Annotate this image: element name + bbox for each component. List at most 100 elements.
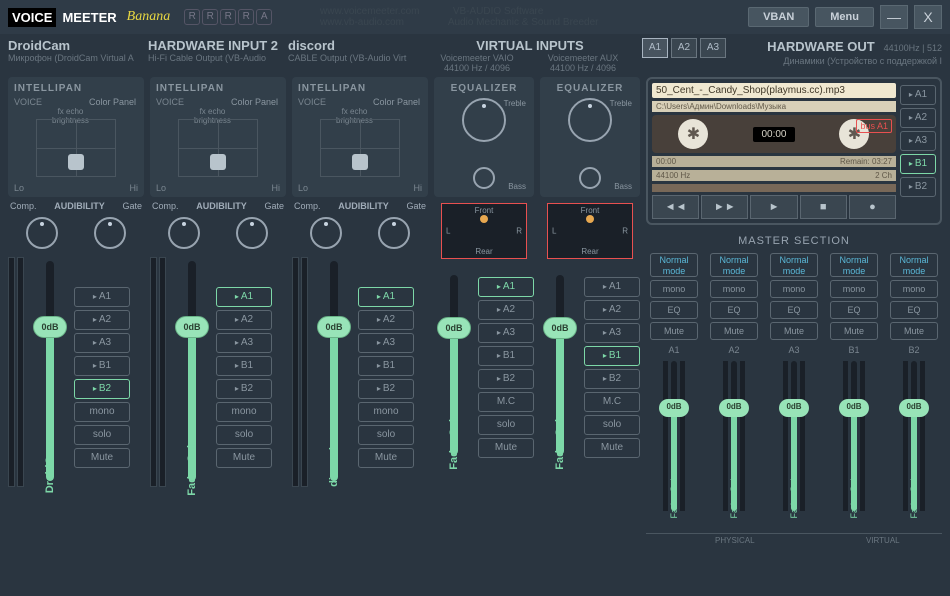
master-fader-a2[interactable]: 0dBFader Gain — [731, 361, 737, 511]
fader-2[interactable]: 0dBFader Gain — [188, 261, 196, 481]
comp-knob[interactable] — [26, 217, 58, 249]
cassette-bus[interactable]: bus A1 — [856, 119, 892, 133]
cassette-time: 00:00 — [753, 127, 794, 142]
route-a3[interactable]: A3 — [74, 333, 130, 353]
hw-out-title: HARDWARE OUT — [767, 39, 875, 54]
spat-handle[interactable] — [586, 215, 594, 223]
master-fader-a3[interactable]: 0dBFader Gain — [791, 361, 797, 511]
close-button[interactable]: X — [914, 5, 942, 29]
record-button[interactable]: ● — [849, 195, 896, 219]
spatializer-2[interactable]: Front Rear L R — [547, 203, 633, 259]
aux-name: Voicemeeter AUX — [534, 53, 632, 63]
cass-route-b1[interactable]: B1 — [900, 154, 936, 174]
eq-main-knob[interactable] — [568, 98, 612, 142]
xy-handle[interactable] — [68, 154, 84, 170]
xy-handle[interactable] — [210, 154, 226, 170]
route-b2[interactable]: B2 — [74, 379, 130, 399]
mono-button[interactable]: mono — [74, 402, 130, 422]
master-fader-b2[interactable]: 0dBFader Gain — [911, 361, 917, 511]
intellipan-3[interactable]: INTELLIPAN VOICE Color Panel fx echobrig… — [292, 77, 428, 197]
gate-knob[interactable] — [378, 217, 410, 249]
fader-v1[interactable]: 0dBFader Gain — [450, 275, 458, 455]
xy-pad[interactable] — [320, 119, 400, 177]
vaio-name: Voicemeeter VAIO — [428, 53, 526, 63]
a1-select[interactable]: A1 — [642, 38, 668, 58]
cass-route-a2[interactable]: A2 — [900, 108, 936, 128]
master-section-title: MASTER SECTION — [646, 235, 942, 247]
virtual-inputs-title: VIRTUAL INPUTS — [428, 38, 632, 53]
master-a3: Normal mode mono EQ Mute A3 0dBFader Gai… — [766, 253, 822, 521]
master-a2: Normal mode mono EQ Mute A2 0dBFader Gai… — [706, 253, 762, 521]
input1-title[interactable]: DroidCam — [8, 38, 144, 53]
voicemeeter-app: VOICE MEETER Banana R R R R A www.voicem… — [0, 0, 950, 596]
mute-button[interactable]: Mute — [74, 448, 130, 468]
header-row: DroidCam Микрофон (DroidCam Virtual A HA… — [0, 34, 950, 77]
menu-button[interactable]: Menu — [815, 7, 874, 27]
input2-title[interactable]: HARDWARE INPUT 2 — [148, 38, 284, 53]
hw-strip-2: INTELLIPAN VOICE Color Panel fx echobrig… — [150, 77, 286, 545]
cassette-body: 00:00 bus A1 — [652, 115, 896, 153]
gate-knob[interactable] — [94, 217, 126, 249]
vban-button[interactable]: VBAN — [748, 7, 809, 27]
fader-3[interactable]: 0dBdiscord — [330, 261, 338, 481]
input2-device: Hi-Fi Cable Output (VB-Audio — [148, 53, 284, 63]
spat-handle[interactable] — [480, 215, 488, 223]
meter — [17, 257, 24, 487]
cassette-filename[interactable]: 50_Cent_-_Candy_Shop(playmus.cc).mp3 — [652, 83, 896, 98]
cassette-player: 50_Cent_-_Candy_Shop(playmus.cc).mp3 C:\… — [646, 77, 942, 225]
minimize-button[interactable]: — — [880, 5, 908, 29]
fast-forward-button[interactable]: ►► — [701, 195, 748, 219]
eq-bass-knob[interactable] — [473, 167, 495, 189]
meter — [8, 257, 15, 487]
r-button[interactable]: R — [184, 9, 200, 25]
intellipan-1[interactable]: INTELLIPAN VOICE Color Panel fx echobrig… — [8, 77, 144, 197]
input3-title[interactable]: discord — [288, 38, 424, 53]
eq-bass-knob[interactable] — [579, 167, 601, 189]
play-button[interactable]: ► — [750, 195, 797, 219]
rewind-button[interactable]: ◄◄ — [652, 195, 699, 219]
r-buttons: R R R R A — [184, 9, 272, 25]
xy-handle[interactable] — [352, 154, 368, 170]
r-button[interactable]: R — [238, 9, 254, 25]
fader-v2[interactable]: 0dBFader Gain — [556, 275, 564, 455]
eq-main-knob[interactable] — [462, 98, 506, 142]
comp-knob[interactable] — [168, 217, 200, 249]
mode-button[interactable]: Normal mode — [650, 253, 698, 277]
master-a1: Normal mode mono EQ Mute A1 0dBFader Gai… — [646, 253, 702, 521]
input3-device: CABLE Output (VB-Audio Virt — [288, 53, 424, 63]
bg-watermark: www.voicemeeter.com VB-AUDIO Software ww… — [320, 6, 598, 28]
stop-button[interactable]: ■ — [800, 195, 847, 219]
a2-select[interactable]: A2 — [671, 38, 697, 58]
comp-knob[interactable] — [310, 217, 342, 249]
solo-button[interactable]: solo — [74, 425, 130, 445]
cass-route-b2[interactable]: B2 — [900, 177, 936, 197]
r-button[interactable]: R — [202, 9, 218, 25]
xy-pad[interactable] — [178, 119, 258, 177]
intellipan-2[interactable]: INTELLIPAN VOICE Color Panel fx echobrig… — [150, 77, 286, 197]
right-panel: 50_Cent_-_Candy_Shop(playmus.cc).mp3 C:\… — [646, 77, 942, 545]
logo-banana: Banana — [127, 9, 171, 25]
cassette-path: C:\Users\Админ\Downloads\Музыка — [652, 101, 896, 112]
route-b1[interactable]: B1 — [74, 356, 130, 376]
spatializer-1[interactable]: Front Rear L R — [441, 203, 527, 259]
master-b1: Normal mode mono EQ Mute B1 0dBFader Gai… — [826, 253, 882, 521]
hw-strip-3: INTELLIPAN VOICE Color Panel fx echobrig… — [292, 77, 428, 545]
a3-select[interactable]: A3 — [700, 38, 726, 58]
master-fader-b1[interactable]: 0dBFader Gain — [851, 361, 857, 511]
fader-1[interactable]: 0dBDroidCam — [46, 261, 54, 481]
route-a1[interactable]: A1 — [216, 287, 272, 307]
gate-knob[interactable] — [236, 217, 268, 249]
hw-strip-1: INTELLIPAN VOICE Color Panel fx echobrig… — [8, 77, 144, 545]
master-section: Normal mode mono EQ Mute A1 0dBFader Gai… — [646, 253, 942, 521]
a-button[interactable]: A — [256, 9, 272, 25]
route-a1[interactable]: A1 — [358, 287, 414, 307]
route-a2[interactable]: A2 — [74, 310, 130, 330]
master-fader-a1[interactable]: 0dBFader Gain — [671, 361, 677, 511]
r-button[interactable]: R — [220, 9, 236, 25]
xy-pad[interactable] — [36, 119, 116, 177]
output-select: A1 A2 A3 — [642, 38, 726, 73]
cass-route-a3[interactable]: A3 — [900, 131, 936, 151]
titlebar: VOICE MEETER Banana R R R R A www.voicem… — [0, 0, 950, 34]
route-a1[interactable]: A1 — [74, 287, 130, 307]
cass-route-a1[interactable]: A1 — [900, 85, 936, 105]
